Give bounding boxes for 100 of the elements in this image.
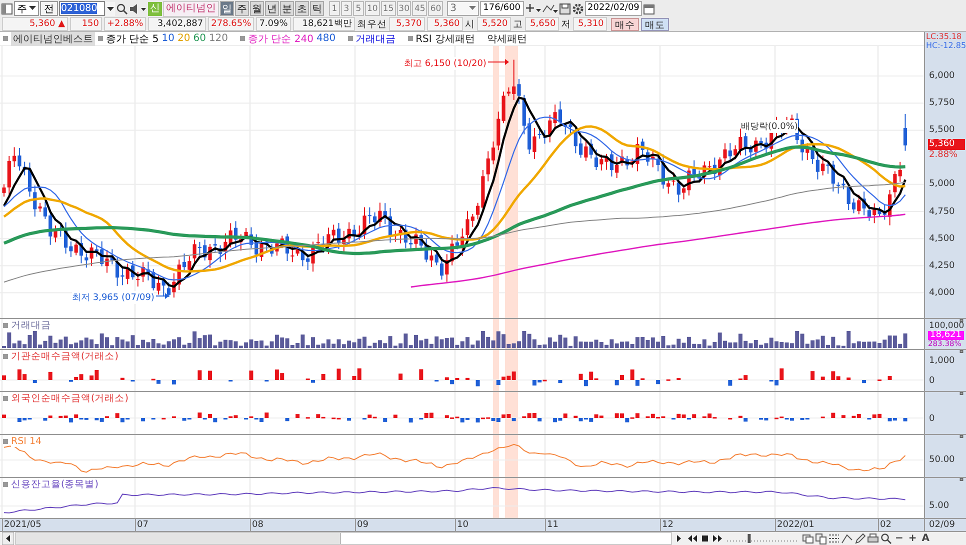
low-price: 5,310 bbox=[572, 17, 607, 31]
panel-menu-icon[interactable] bbox=[958, 435, 965, 438]
period-tab[interactable]: 일 bbox=[220, 1, 234, 16]
stock-name: 에이티넘인 bbox=[163, 0, 219, 16]
pencil-icon[interactable] bbox=[854, 532, 866, 545]
price-tick-label: 5,000 bbox=[929, 179, 955, 190]
period-tab[interactable]: 틱 bbox=[310, 1, 324, 16]
current-price: 5,360 ▲ bbox=[2, 17, 68, 31]
panel-marker-icon bbox=[3, 482, 8, 487]
legend-label: 60 bbox=[193, 33, 206, 44]
interval-button[interactable]: 1 bbox=[329, 1, 340, 16]
legend-label: 약세패턴 bbox=[487, 32, 528, 46]
print-icon[interactable] bbox=[867, 532, 879, 545]
interval-button[interactable]: 10 bbox=[365, 1, 380, 16]
crosshair-icon[interactable] bbox=[524, 2, 541, 14]
new-badge: 신 bbox=[148, 2, 162, 16]
interval-button[interactable]: 45 bbox=[412, 1, 428, 16]
panel-title: 신용잔고율(종목별) bbox=[11, 479, 98, 490]
panel-menu-icon[interactable] bbox=[958, 478, 965, 481]
window-icon[interactable] bbox=[1, 2, 13, 14]
hc-value: HC:-12.85 bbox=[926, 41, 966, 50]
market-dropdown[interactable]: 주 bbox=[14, 1, 39, 16]
price-tick-label: 4,500 bbox=[929, 234, 955, 245]
date-axis-label: 09 bbox=[355, 519, 368, 531]
window-layout-icon[interactable] bbox=[802, 532, 814, 545]
high-price-note: 최고 6,150 (10/20) bbox=[404, 57, 486, 70]
current-date-label: 02/09 bbox=[924, 519, 966, 531]
date-axis-label: 08 bbox=[250, 519, 264, 531]
interval-button[interactable]: 60 bbox=[428, 1, 444, 16]
panel-title: RSI 14 bbox=[11, 436, 42, 447]
current-price-tag: 5,360 bbox=[928, 139, 965, 150]
buy-button[interactable]: 매수 bbox=[610, 18, 639, 30]
split-icon[interactable] bbox=[828, 532, 840, 545]
zoom-control-button[interactable]: A bbox=[920, 532, 932, 544]
scrollbar-thumb[interactable] bbox=[340, 533, 671, 544]
lc-value: LC:35.18 bbox=[926, 32, 962, 41]
speaker-icon[interactable] bbox=[129, 2, 147, 14]
calendar-icon[interactable] bbox=[643, 2, 656, 14]
date-axis-label: 11 bbox=[545, 519, 558, 531]
bid-price: 5,360 bbox=[426, 17, 463, 31]
search-icon[interactable] bbox=[116, 2, 128, 14]
data-count-field[interactable]: 176/600 bbox=[480, 1, 524, 16]
interval-button[interactable]: 3 bbox=[341, 1, 352, 16]
panel-title: 거래대금 bbox=[11, 320, 51, 331]
legend-label: 120 bbox=[208, 33, 228, 44]
line-tool-icon[interactable] bbox=[542, 2, 558, 14]
panel-title: 기관순매수금액(거래소) bbox=[11, 351, 118, 362]
legend-marker-icon bbox=[98, 36, 103, 41]
dropdown-caret-icon[interactable] bbox=[106, 2, 115, 16]
period-tab[interactable]: 주 bbox=[235, 1, 249, 16]
panel-menu-icon[interactable] bbox=[958, 319, 965, 322]
price-tick-label: 4,750 bbox=[929, 206, 955, 218]
period-tab[interactable]: 분 bbox=[280, 1, 294, 16]
panel-menu-icon[interactable] bbox=[958, 392, 965, 395]
period-tab[interactable]: 월 bbox=[250, 1, 264, 16]
interval-button[interactable]: 5 bbox=[353, 1, 364, 16]
search-icon[interactable] bbox=[880, 532, 892, 545]
price-tick-label: 6,000 bbox=[929, 71, 955, 82]
sell-button[interactable]: 매도 bbox=[640, 18, 669, 30]
legend-marker-icon bbox=[3, 36, 8, 41]
interval-button[interactable]: 30 bbox=[396, 1, 412, 16]
axis-tick-label: 0 bbox=[929, 376, 935, 387]
axis-tick-label: 100,000 bbox=[929, 322, 964, 331]
panel-marker-icon bbox=[3, 439, 8, 444]
axis-tick-label: 5.00 bbox=[929, 501, 950, 512]
open-price: 5,520 bbox=[476, 17, 511, 31]
date-field[interactable]: 2022/02/09 bbox=[584, 1, 642, 16]
interval-button[interactable]: 15 bbox=[380, 1, 396, 16]
caret-icon bbox=[29, 6, 36, 11]
settings-icon[interactable] bbox=[572, 2, 584, 14]
date-axis-label: 2021/05 bbox=[2, 519, 42, 531]
date-axis-label: 10 bbox=[455, 519, 468, 531]
current-rate-label: 2.88% bbox=[929, 150, 958, 160]
panel-marker-icon bbox=[3, 396, 8, 401]
trend-line-icon[interactable] bbox=[841, 532, 853, 545]
panel-menu-icon[interactable] bbox=[958, 350, 965, 353]
legend-label: 종가 단순 5 bbox=[106, 32, 159, 46]
volume-value-tag: 18,621 bbox=[928, 331, 964, 340]
trade-volume: 3,402,887 bbox=[148, 17, 206, 31]
period-tab[interactable]: 초 bbox=[295, 1, 309, 16]
period-tab[interactable]: 년 bbox=[265, 1, 279, 16]
rewind-icon[interactable] bbox=[686, 532, 698, 545]
axis-tick-label: 0 bbox=[929, 414, 935, 425]
legend-stock-name: 에이티넘인베스트 bbox=[11, 32, 95, 46]
high-arrow-icon bbox=[488, 59, 509, 65]
date-axis-label: 02 bbox=[878, 519, 892, 531]
legend-label: 480 bbox=[316, 33, 336, 44]
stock-code-field[interactable]: 021080 bbox=[59, 1, 105, 16]
fast-forward-icon[interactable] bbox=[712, 532, 724, 545]
zoom-control-button[interactable]: + bbox=[906, 532, 919, 544]
turnover-rate: 7.09% bbox=[256, 17, 291, 31]
type-button[interactable]: 전 bbox=[40, 1, 58, 16]
interval-spinner[interactable]: 3 bbox=[447, 1, 480, 16]
open-label: 시 bbox=[464, 18, 475, 30]
ask-price: 5,370 bbox=[388, 17, 425, 31]
copy-icon[interactable] bbox=[815, 532, 827, 545]
zoom-slider-thumb[interactable] bbox=[748, 534, 751, 543]
scroll-left-button[interactable] bbox=[2, 532, 14, 545]
save-icon[interactable] bbox=[558, 2, 571, 14]
zoom-control-button[interactable]: − bbox=[893, 532, 906, 544]
